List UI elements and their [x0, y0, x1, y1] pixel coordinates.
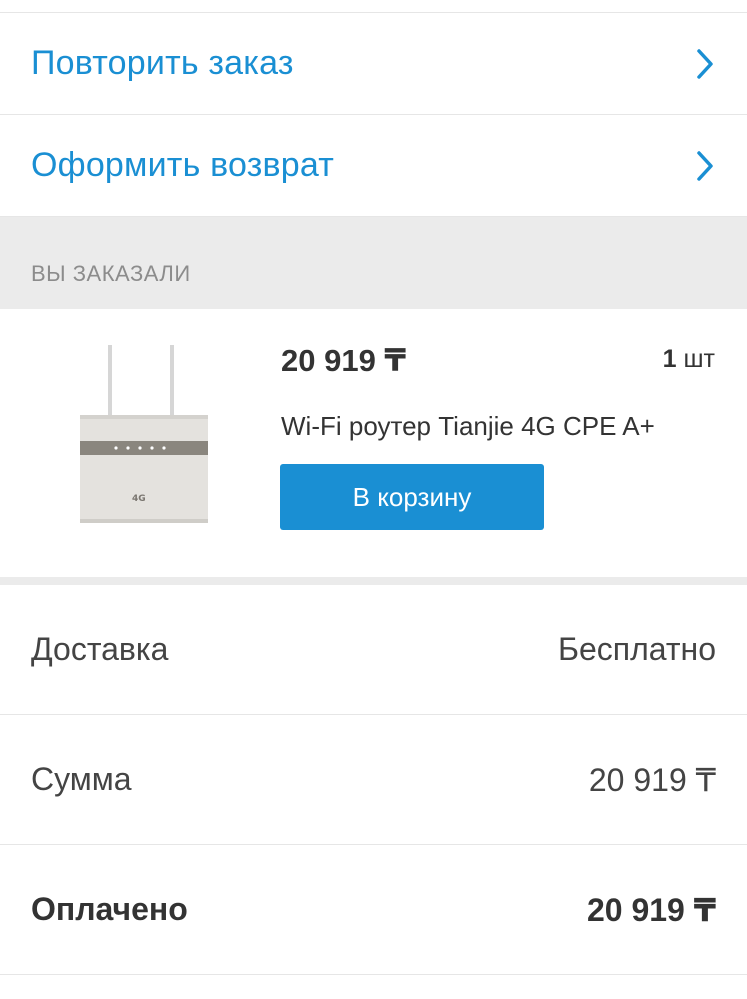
paid-row: Оплачено 20 919 ₸ [0, 845, 747, 975]
delivery-label: Доставка [31, 631, 169, 667]
product-quantity: 1 шт [663, 345, 715, 374]
product-price: 20 919 ₸ [281, 343, 406, 378]
quantity-unit: шт [683, 345, 715, 373]
quantity-number: 1 [662, 345, 677, 373]
chevron-right-icon [695, 150, 715, 182]
ordered-product-card: 4G 20 919 ₸ 1 шт Wi-Fi роутер Tianjie 4G… [0, 309, 747, 585]
repeat-order-label: Повторить заказ [31, 44, 294, 82]
sum-value: 20 919 ₸ [588, 761, 716, 798]
sum-row: Сумма 20 919 ₸ [0, 715, 747, 845]
repeat-order-row[interactable]: Повторить заказ [0, 13, 747, 115]
router-badge: 4G [132, 494, 146, 504]
add-to-cart-button[interactable]: В корзину [280, 464, 544, 530]
chevron-right-icon [695, 48, 715, 80]
section-spacer [0, 217, 747, 261]
delivery-row: Доставка Бесплатно [0, 585, 747, 715]
delivery-value: Бесплатно [557, 631, 716, 667]
top-divider [0, 0, 747, 13]
make-return-row[interactable]: Оформить возврат [0, 115, 747, 217]
sum-label: Сумма [31, 761, 132, 797]
ordered-section-header: ВЫ ЗАКАЗАЛИ [0, 261, 747, 309]
router-image[interactable]: 4G [72, 343, 222, 525]
paid-value: 20 919 ₸ [586, 891, 716, 928]
product-name[interactable]: Wi-Fi роутер Tianjie 4G CPE A+ [281, 411, 655, 442]
paid-label: Оплачено [31, 891, 188, 927]
make-return-label: Оформить возврат [31, 146, 335, 184]
